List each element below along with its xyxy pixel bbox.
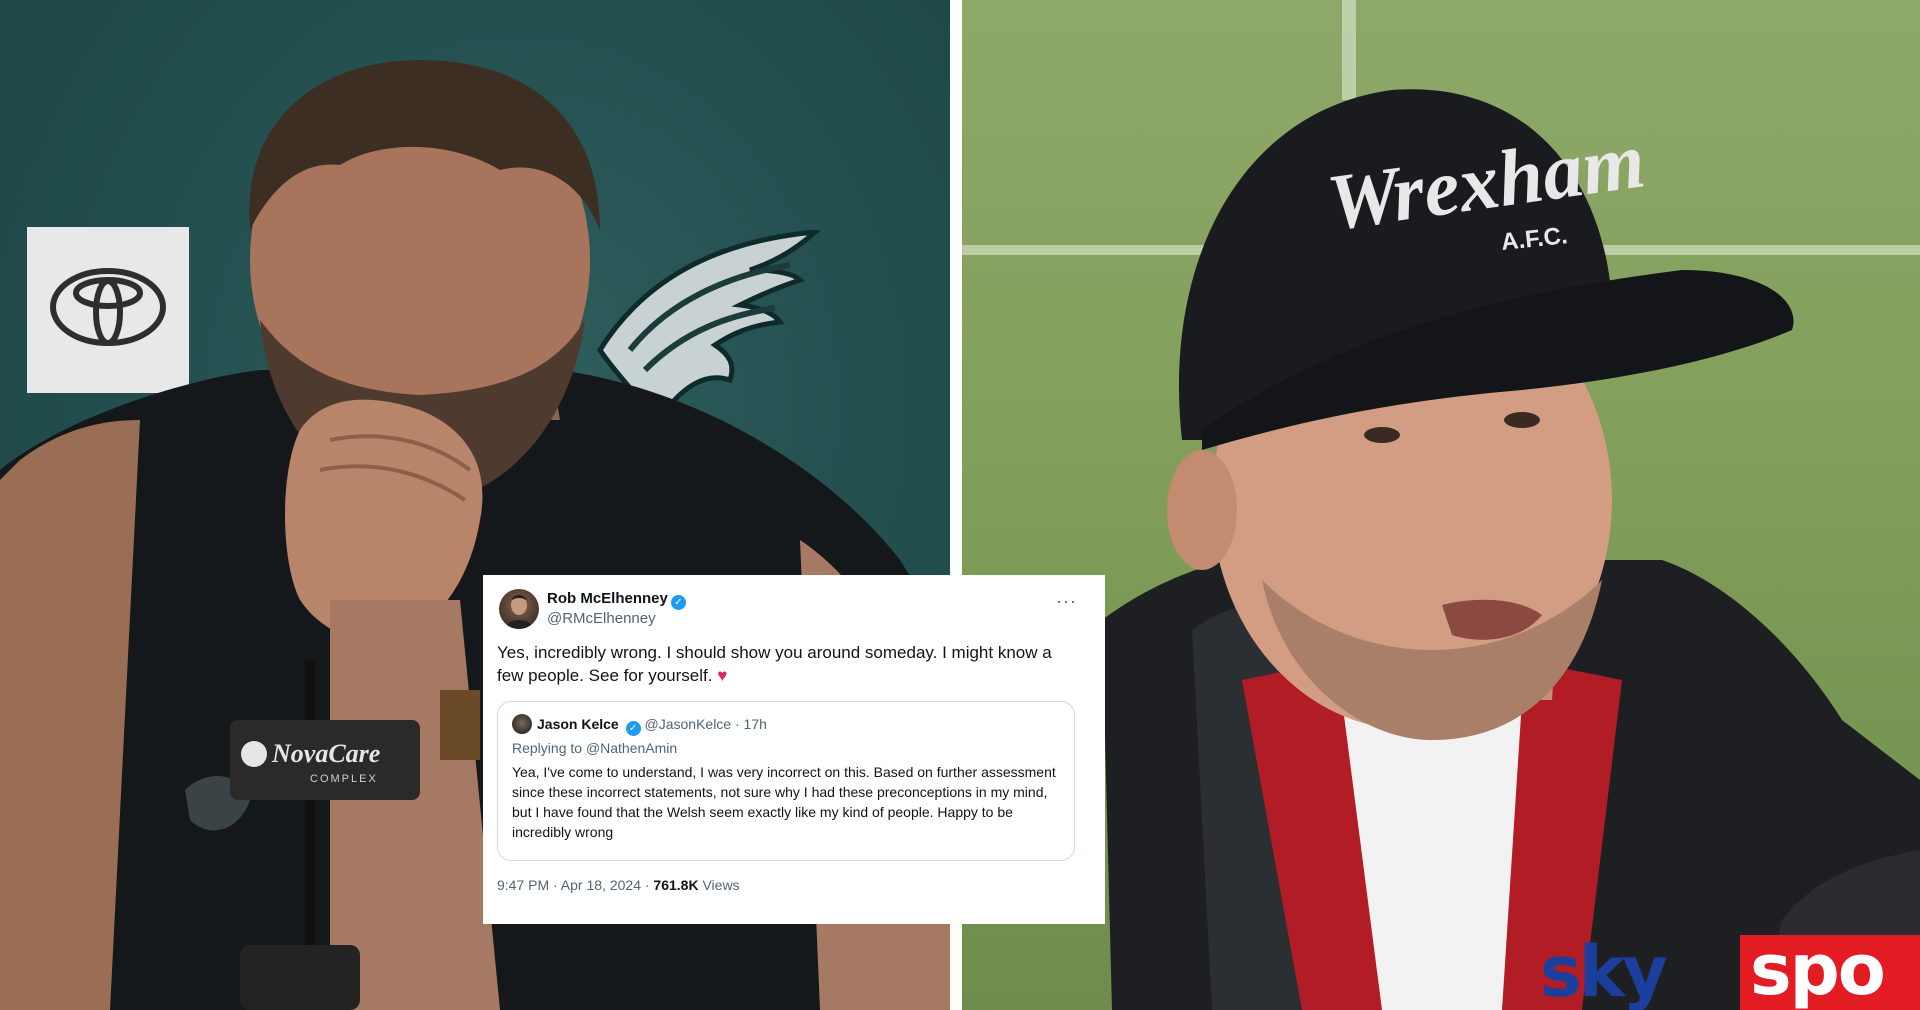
tweet-footer: 9:47 PM · Apr 18, 2024 · 761.8K Views bbox=[497, 877, 1091, 893]
verified-badge-icon: ✓ bbox=[670, 595, 686, 610]
heart-icon: ♥ bbox=[717, 666, 728, 685]
sky-sports-logo: sky spo bbox=[1540, 930, 1920, 1010]
replying-to-prefix: Replying to bbox=[512, 740, 586, 756]
views-label: Views bbox=[698, 877, 740, 893]
views-count: 761.8K bbox=[653, 877, 699, 893]
mic-sign-text: NovaCare bbox=[271, 739, 380, 768]
more-options-icon[interactable]: ··· bbox=[1056, 591, 1077, 612]
mic-sign-subtext: COMPLEX bbox=[310, 773, 378, 785]
author-avatar[interactable] bbox=[499, 589, 539, 629]
quoted-header: Jason Kelce ✓ @JasonKelce · 17h bbox=[512, 714, 1060, 736]
replying-to: Replying to @NathenAmin bbox=[512, 740, 1060, 756]
quoted-avatar bbox=[512, 714, 532, 734]
sky-logo-text: sky bbox=[1540, 931, 1668, 1010]
quoted-author-name: Jason Kelce bbox=[537, 716, 619, 732]
quoted-author-handle: @JasonKelce bbox=[644, 716, 732, 732]
quoted-text: Yea, I've come to understand, I was very… bbox=[512, 764, 1056, 840]
author-name[interactable]: Rob McElhenney ✓ bbox=[547, 590, 686, 610]
replying-to-handle[interactable]: @NathenAmin bbox=[586, 740, 677, 756]
tweet-text: Yes, incredibly wrong. I should show you… bbox=[497, 641, 1082, 687]
tweet-timestamp[interactable]: 9:47 PM · Apr 18, 2024 · bbox=[497, 877, 653, 893]
right-photo: Wrexham A.F.C. sky spo bbox=[962, 0, 1920, 1010]
tweet-text-content: Yes, incredibly wrong. I should show you… bbox=[497, 643, 1052, 685]
author-handle[interactable]: @RMcElhenney bbox=[547, 610, 656, 627]
person-right: Wrexham A.F.C. bbox=[1102, 89, 1920, 1010]
sports-logo-text: spo bbox=[1750, 929, 1886, 1010]
quoted-time: · 17h bbox=[734, 716, 767, 732]
verified-badge-icon: ✓ bbox=[625, 721, 641, 736]
quoted-tweet[interactable]: Jason Kelce ✓ @JasonKelce · 17h Replying… bbox=[497, 701, 1075, 861]
tweet-header: Rob McElhenney ✓ @RMcElhenney ··· bbox=[497, 587, 1091, 635]
author-name-text: Rob McElhenney bbox=[547, 590, 668, 607]
tweet-card: Rob McElhenney ✓ @RMcElhenney ··· Yes, in… bbox=[483, 575, 1105, 924]
novacare-mic-sign: NovaCare COMPLEX bbox=[230, 720, 420, 800]
